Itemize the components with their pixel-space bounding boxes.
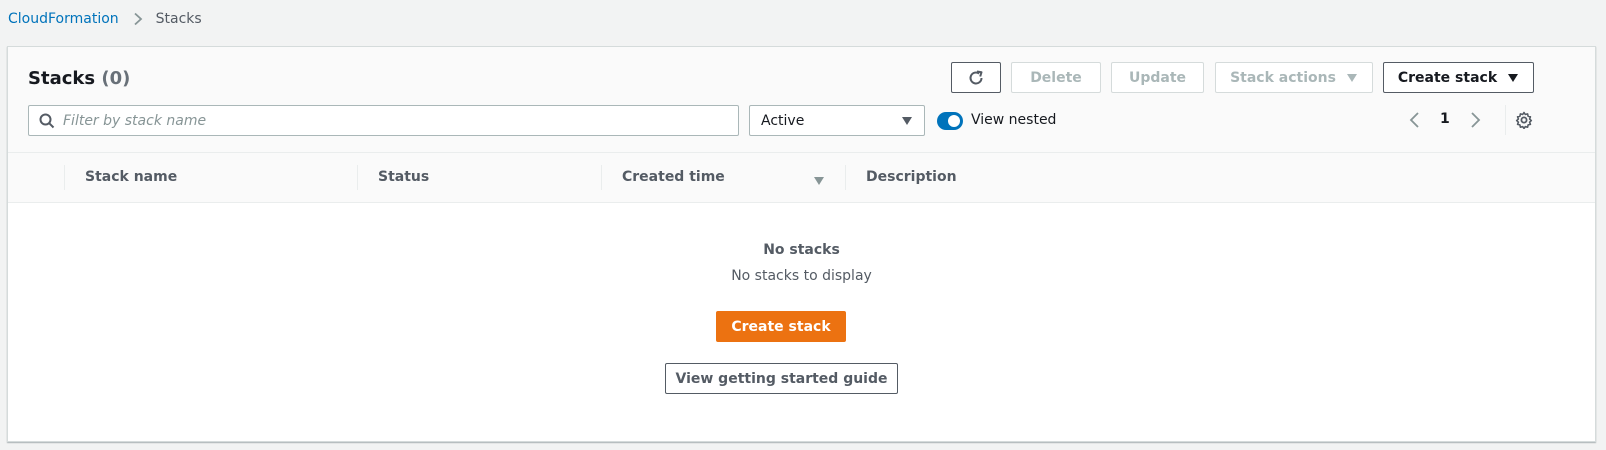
caret-down-icon [901, 115, 913, 127]
toggle-knob [948, 115, 960, 127]
chevron-right-icon[interactable] [1467, 111, 1483, 129]
pager-divider [1505, 105, 1506, 135]
page-title: Stacks (0) [28, 68, 130, 89]
chevron-right-icon [131, 12, 145, 26]
page-title-text: Stacks [28, 68, 96, 89]
column-header-stack-name[interactable]: Stack name [85, 169, 177, 185]
column-divider [64, 165, 65, 190]
create-stack-dropdown-button[interactable]: Create stack [1383, 62, 1534, 93]
search-input[interactable] [63, 106, 733, 135]
sort-descending-icon[interactable] [813, 172, 825, 185]
gear-icon[interactable] [1515, 111, 1533, 130]
column-divider [845, 165, 846, 190]
status-filter-select[interactable]: Active [749, 105, 925, 136]
refresh-button[interactable] [951, 62, 1001, 93]
panel-header: Stacks (0) Delete Update Stack actions C… [8, 47, 1595, 153]
chevron-left-icon[interactable] [1407, 111, 1423, 129]
search-icon [39, 113, 55, 129]
breadcrumb-current: Stacks [155, 11, 202, 27]
empty-state-message: No stacks to display [731, 268, 872, 284]
empty-state-title: No stacks [763, 242, 840, 258]
caret-down-icon [1346, 72, 1358, 84]
page-number[interactable]: 1 [1440, 111, 1450, 127]
status-filter-value: Active [761, 112, 805, 129]
breadcrumb: CloudFormation Stacks [8, 11, 202, 27]
stack-count: (0) [101, 68, 131, 89]
view-nested-label: View nested [971, 112, 1057, 128]
caret-down-icon [1507, 72, 1519, 84]
delete-button[interactable]: Delete [1011, 62, 1101, 93]
column-divider [601, 165, 602, 190]
create-stack-dropdown-label: Create stack [1397, 69, 1498, 86]
create-stack-button[interactable]: Create stack [716, 311, 846, 342]
view-nested-toggle[interactable] [937, 112, 963, 130]
refresh-icon [967, 69, 985, 87]
stack-actions-button[interactable]: Stack actions [1215, 62, 1373, 93]
table-header: Stack name Status Created time Descripti… [8, 153, 1595, 203]
stacks-panel: Stacks (0) Delete Update Stack actions C… [7, 46, 1596, 442]
column-header-description[interactable]: Description [866, 169, 957, 185]
column-header-status[interactable]: Status [378, 169, 429, 185]
column-divider [357, 165, 358, 190]
column-header-created-time[interactable]: Created time [622, 169, 725, 185]
getting-started-guide-button[interactable]: View getting started guide [665, 363, 898, 394]
search-box [28, 105, 739, 136]
stack-actions-label: Stack actions [1230, 69, 1336, 86]
breadcrumb-cloudformation-link[interactable]: CloudFormation [8, 11, 119, 27]
update-button[interactable]: Update [1111, 62, 1204, 93]
